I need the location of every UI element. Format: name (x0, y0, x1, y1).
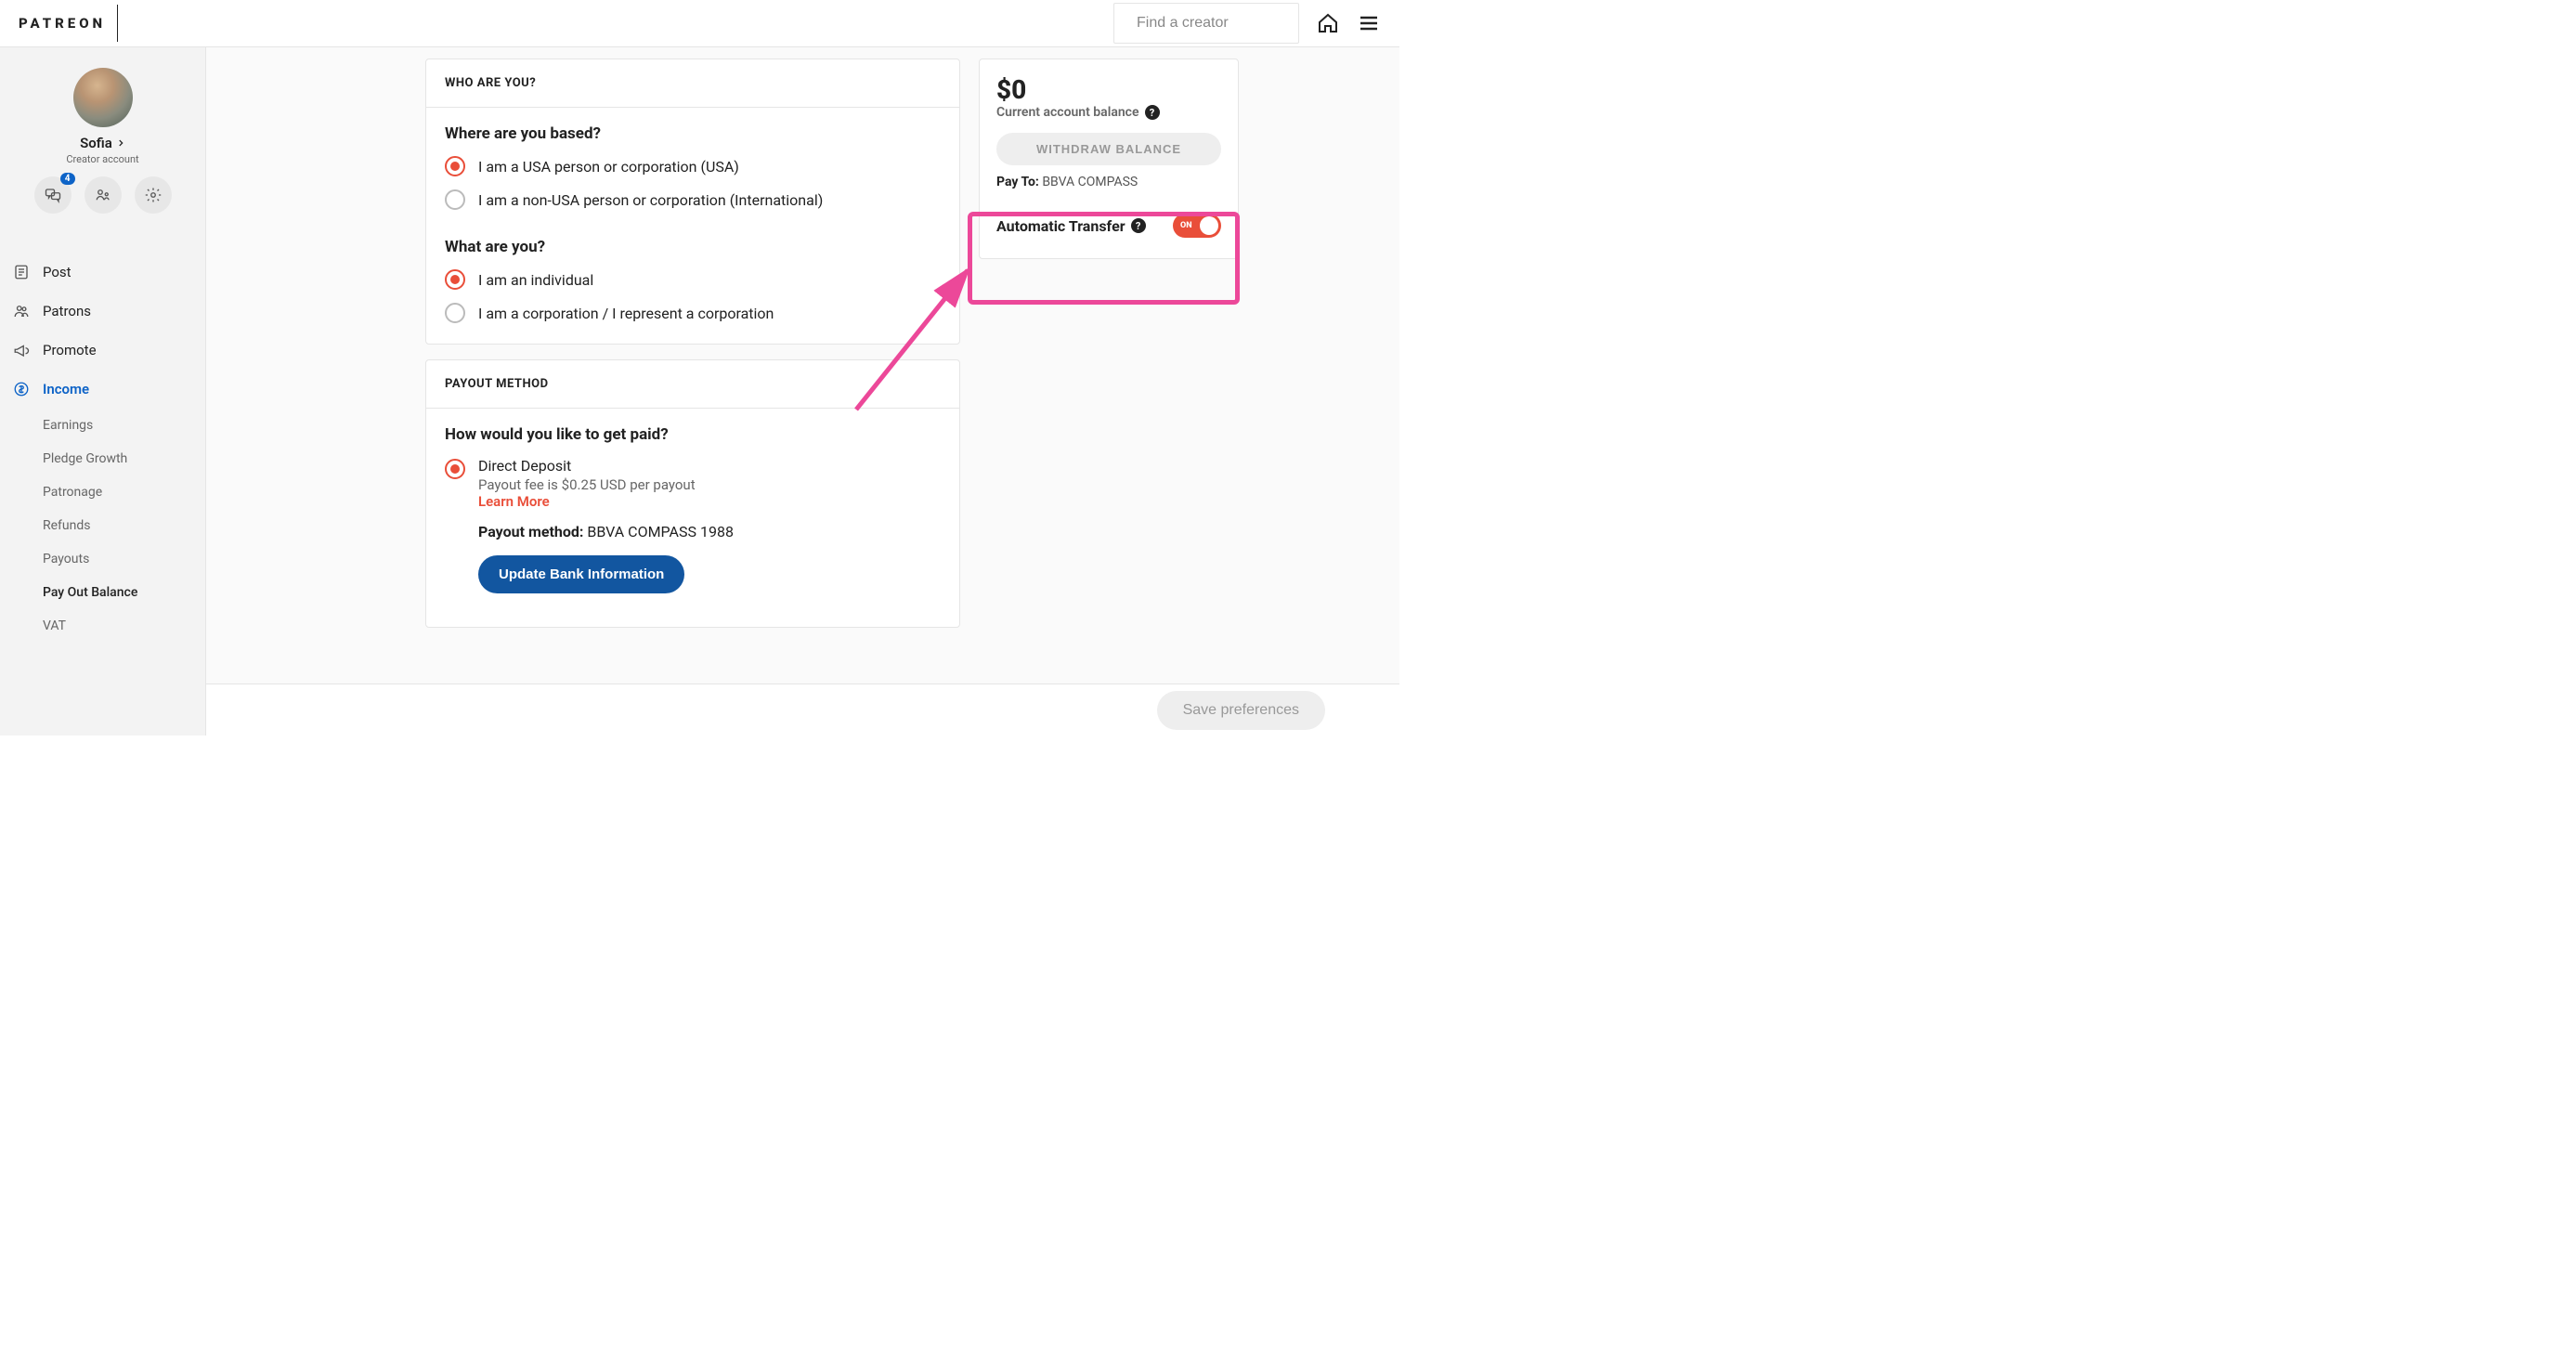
card-title: PAYOUT METHOD (426, 360, 959, 409)
question-what-are-you: What are you? (445, 238, 941, 256)
search-input[interactable] (1137, 15, 1287, 32)
balance-label: Current account balance (996, 105, 1139, 120)
avatar[interactable] (73, 68, 133, 127)
messages-badge: 4 (60, 173, 75, 185)
payout-method-label: Payout method: (478, 523, 583, 540)
subnav-payouts[interactable]: Payouts (43, 542, 205, 576)
subnav-vat[interactable]: VAT (43, 609, 205, 643)
balance-amount: $0 (996, 74, 1221, 105)
learn-more-link[interactable]: Learn More (478, 493, 734, 510)
withdraw-button[interactable]: WITHDRAW BALANCE (996, 133, 1221, 165)
payto-value: BBVA COMPASS (1042, 175, 1138, 189)
profile-name[interactable]: Sofia (80, 135, 125, 151)
patrons-button[interactable] (85, 176, 122, 214)
radio-corporation[interactable]: I am a corporation / I represent a corpo… (445, 303, 941, 323)
card-title: WHO ARE YOU? (426, 59, 959, 108)
subnav-patronage[interactable]: Patronage (43, 475, 205, 509)
question-where-based: Where are you based? (445, 124, 941, 143)
radio-direct-deposit[interactable]: Direct Deposit Payout fee is $0.25 USD p… (445, 457, 941, 593)
toggle-knob (1200, 216, 1218, 235)
auto-transfer-label: Automatic Transfer (996, 217, 1125, 235)
balance-card: $0 Current account balance ? WITHDRAW BA… (979, 59, 1239, 259)
radio-international[interactable]: I am a non-USA person or corporation (In… (445, 189, 941, 210)
help-icon[interactable]: ? (1145, 105, 1160, 120)
profile-subtitle: Creator account (66, 153, 138, 165)
chevron-right-icon (116, 135, 125, 151)
messages-button[interactable]: 4 (34, 176, 72, 214)
help-icon[interactable]: ? (1131, 218, 1146, 233)
toggle-state: ON (1180, 221, 1192, 230)
subnav-earnings[interactable]: Earnings (43, 409, 205, 442)
question-get-paid: How would you like to get paid? (445, 425, 941, 444)
radio-icon (445, 303, 465, 323)
payout-method-value: BBVA COMPASS 1988 (587, 523, 734, 540)
radio-icon (445, 459, 465, 479)
home-icon[interactable] (1316, 11, 1340, 35)
payout-method-card: PAYOUT METHOD How would you like to get … (425, 359, 960, 628)
nav-promote[interactable]: Promote (0, 331, 205, 370)
radio-usa[interactable]: I am a USA person or corporation (USA) (445, 156, 941, 176)
update-bank-button[interactable]: Update Bank Information (478, 555, 684, 593)
radio-icon (445, 269, 465, 290)
subnav-pledge-growth[interactable]: Pledge Growth (43, 442, 205, 475)
nav-income[interactable]: Income (0, 370, 205, 409)
nav-post[interactable]: Post (0, 253, 205, 292)
subnav-pay-out-balance[interactable]: Pay Out Balance (43, 576, 205, 609)
radio-icon (445, 189, 465, 210)
radio-individual[interactable]: I am an individual (445, 269, 941, 290)
brand-logo[interactable]: PATREON (0, 5, 118, 42)
menu-icon[interactable] (1357, 11, 1381, 35)
auto-transfer-toggle[interactable]: ON (1173, 214, 1221, 238)
radio-icon (445, 156, 465, 176)
payto-label: Pay To: (996, 175, 1039, 189)
payout-fee-text: Payout fee is $0.25 USD per payout (478, 476, 734, 493)
subnav-refunds[interactable]: Refunds (43, 509, 205, 542)
search-field[interactable] (1113, 3, 1299, 44)
settings-button[interactable] (135, 176, 172, 214)
who-are-you-card: WHO ARE YOU? Where are you based? I am a… (425, 59, 960, 345)
nav-patrons[interactable]: Patrons (0, 292, 205, 331)
save-preferences-button[interactable]: Save preferences (1157, 691, 1325, 730)
